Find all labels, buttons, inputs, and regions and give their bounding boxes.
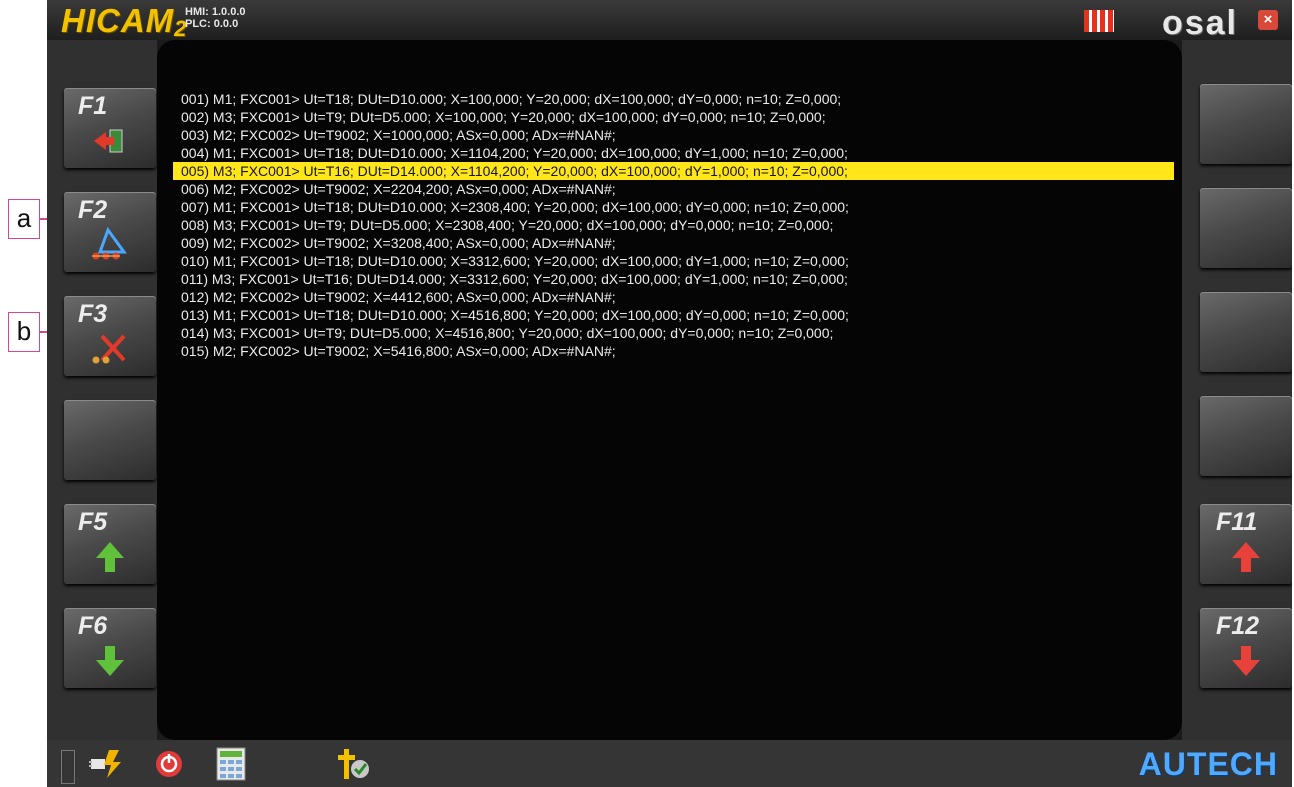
program-line[interactable]: 013) M1; FXC001> Ut=T18; DUt=D10.000; X=… <box>181 306 1174 324</box>
program-line[interactable]: 010) M1; FXC001> Ut=T18; DUt=D10.000; X=… <box>181 252 1174 270</box>
arrow-down-icon <box>96 646 124 676</box>
version-info: HMI: 1.0.0.0 PLC: 0.0.0 <box>185 6 246 30</box>
f10-blank-button[interactable] <box>1200 396 1292 476</box>
f4-blank-button[interactable] <box>64 400 156 480</box>
program-line[interactable]: 011) M3; FXC001> Ut=T16; DUt=D14.000; X=… <box>181 270 1174 288</box>
program-line-selected[interactable]: 005) M3; FXC001> Ut=T16; DUt=D14.000; X=… <box>173 162 1174 180</box>
f2-button[interactable]: F2 <box>64 192 156 272</box>
program-line[interactable]: 006) M2; FXC002> Ut=T9002; X=2204,200; A… <box>181 180 1174 198</box>
callout-a-leader <box>40 218 47 220</box>
f12-button[interactable]: F12 <box>1200 608 1292 688</box>
program-line[interactable]: 002) M3; FXC001> Ut=T9; DUt=D5.000; X=10… <box>181 108 1174 126</box>
program-line[interactable]: 008) M3; FXC001> Ut=T9; DUt=D5.000; X=23… <box>181 216 1174 234</box>
app-logo: HICAM2 <box>61 2 188 41</box>
f11-button[interactable]: F11 <box>1200 504 1292 584</box>
left-function-panel: F1 F2 F3 F5 F6 <box>47 40 157 740</box>
right-function-panel: F11 F12 <box>1182 40 1292 740</box>
callout-b-leader <box>40 331 47 333</box>
program-lines: 001) M1; FXC001> Ut=T18; DUt=D10.000; X=… <box>173 90 1174 360</box>
delete-tool-icon <box>92 334 126 364</box>
arrow-up-icon <box>1232 542 1260 572</box>
callout-a: a <box>8 199 40 239</box>
program-line[interactable]: 001) M1; FXC001> Ut=T18; DUt=D10.000; X=… <box>181 90 1174 108</box>
f7-blank-button[interactable] <box>1200 84 1292 164</box>
vendor-logo: osal <box>1161 4 1238 42</box>
program-line[interactable]: 009) M2; FXC002> Ut=T9002; X=3208,400; A… <box>181 234 1174 252</box>
f1-button[interactable]: F1 <box>64 88 156 168</box>
triangle-tool-icon <box>92 226 127 260</box>
program-line[interactable]: 015) M2; FXC002> Ut=T9002; X=5416,800; A… <box>181 342 1174 360</box>
exit-arrow-icon <box>94 129 123 153</box>
callout-b: b <box>8 312 40 352</box>
stop-icon[interactable] <box>154 749 184 779</box>
tool-check-icon[interactable] <box>336 747 372 781</box>
autech-logo: AUTECH <box>1138 746 1278 782</box>
power-plug-icon[interactable] <box>89 748 123 780</box>
program-listing[interactable]: 001) M1; FXC001> Ut=T18; DUt=D10.000; X=… <box>157 40 1182 740</box>
f9-blank-button[interactable] <box>1200 292 1292 372</box>
program-line[interactable]: 014) M3; FXC001> Ut=T9; DUt=D5.000; X=45… <box>181 324 1174 342</box>
program-line[interactable]: 003) M2; FXC002> Ut=T9002; X=1000,000; A… <box>181 126 1174 144</box>
plc-version: PLC: 0.0.0 <box>185 18 239 30</box>
calculator-icon[interactable] <box>216 747 246 781</box>
arrow-up-icon <box>96 542 124 572</box>
hmi-version: HMI: 1.0.0.0 <box>185 6 246 18</box>
program-line[interactable]: 004) M1; FXC001> Ut=T18; DUt=D10.000; X=… <box>181 144 1174 162</box>
title-bar: HICAM2 HMI: 1.0.0.0 PLC: 0.0.0 osal × <box>47 0 1292 42</box>
status-indicator <box>61 750 75 784</box>
program-line[interactable]: 007) M1; FXC001> Ut=T18; DUt=D10.000; X=… <box>181 198 1174 216</box>
f6-button[interactable]: F6 <box>64 608 156 688</box>
f8-blank-button[interactable] <box>1200 188 1292 268</box>
f3-button[interactable]: F3 <box>64 296 156 376</box>
arrow-down-icon <box>1232 646 1260 676</box>
cam-window: HICAM2 HMI: 1.0.0.0 PLC: 0.0.0 osal × F1… <box>47 0 1292 787</box>
vendor-mark-icon <box>1084 10 1114 32</box>
close-button[interactable]: × <box>1258 10 1278 30</box>
program-line[interactable]: 012) M2; FXC002> Ut=T9002; X=4412,600; A… <box>181 288 1174 306</box>
status-bar: AUTECH <box>47 740 1292 787</box>
f5-button[interactable]: F5 <box>64 504 156 584</box>
